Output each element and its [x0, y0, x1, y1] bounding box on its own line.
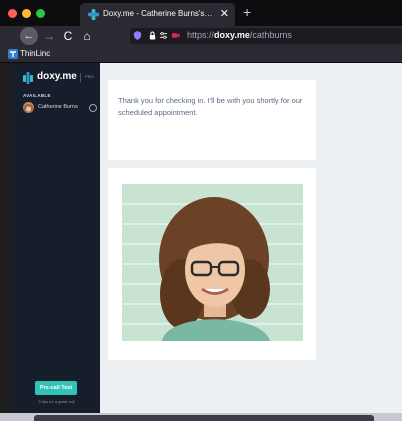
provider-name: Catherine Burns [38, 104, 78, 110]
avatar [23, 102, 34, 113]
lock-icon[interactable] [148, 31, 157, 40]
tips-link[interactable]: 5 tips for a great call [13, 399, 100, 404]
welcome-message: Thank you for checking in. I'll be with … [118, 96, 303, 117]
precall-test-button[interactable]: Pre-call Test [35, 381, 77, 395]
status-indicator-icon [89, 104, 97, 112]
doxy-logo-icon [23, 72, 33, 84]
close-window-dot[interactable] [8, 9, 17, 18]
shield-icon[interactable] [133, 31, 142, 40]
forward-arrow-icon[interactable]: → [42, 27, 56, 45]
waiting-room-content: Thank you for checking in. I'll be with … [100, 63, 402, 413]
new-tab-button[interactable]: + [243, 4, 251, 20]
message-card: Thank you for checking in. I'll be with … [108, 80, 316, 160]
bookmarks-bar: ThinLinc [0, 46, 402, 63]
tab-bar: Doxy.me - Catherine Burns's W ✕ + [0, 0, 402, 26]
bookmark-thinlinc[interactable]: ThinLinc [20, 49, 50, 58]
navigation-bar: ← → C ⌂ https://doxy.me/cathburns [0, 26, 402, 46]
tab-close-icon[interactable]: ✕ [220, 7, 229, 20]
permissions-icon[interactable] [159, 31, 168, 40]
tab-doxy[interactable]: Doxy.me - Catherine Burns's W ✕ [80, 3, 235, 26]
availability-label: AVAILABLE [23, 93, 51, 98]
plan-badge: PRO [85, 74, 94, 79]
home-icon[interactable]: ⌂ [80, 27, 94, 45]
brand-name: doxy.me [37, 71, 77, 82]
camera-icon[interactable] [171, 31, 180, 40]
tab-title: Doxy.me - Catherine Burns's W [103, 9, 213, 18]
url-text[interactable]: https://doxy.me/cathburns [187, 30, 292, 40]
provider-photo [122, 184, 303, 341]
dock [34, 415, 374, 421]
provider-photo-card [108, 168, 316, 360]
back-arrow-icon[interactable]: ← [20, 27, 38, 45]
browser-window: Doxy.me - Catherine Burns's W ✕ + ← → C … [0, 0, 402, 413]
provider-sidebar: doxy.me PRO AVAILABLE Catherine Burns Pr… [13, 63, 100, 413]
doxy-favicon-icon [88, 9, 99, 20]
minimize-window-dot[interactable] [22, 9, 31, 18]
reload-icon[interactable]: C [61, 27, 75, 45]
brand-divider [80, 73, 81, 82]
zoom-window-dot[interactable] [36, 9, 45, 18]
url-bar[interactable]: https://doxy.me/cathburns [130, 28, 402, 44]
thinlinc-icon [8, 49, 18, 59]
provider-row[interactable]: Catherine Burns [21, 101, 100, 115]
